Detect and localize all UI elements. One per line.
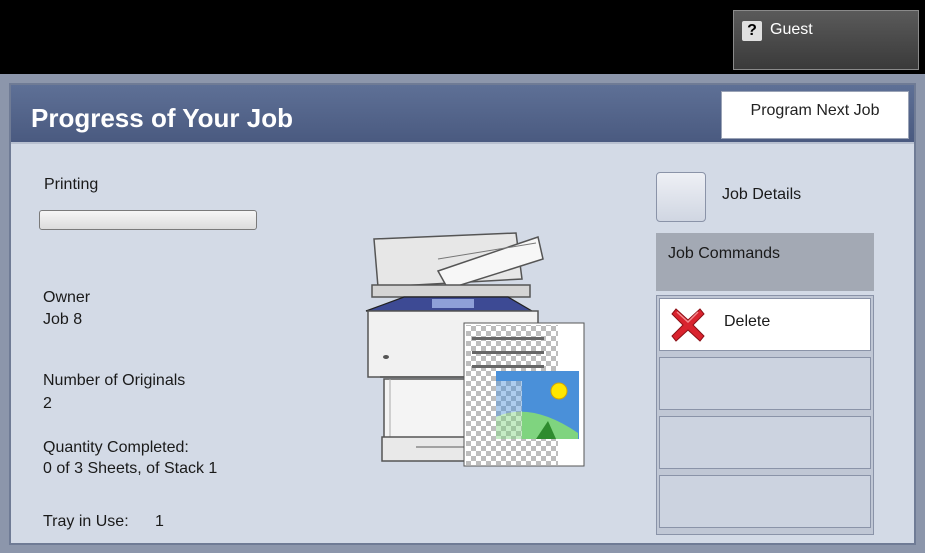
- job-commands-list: Delete: [656, 295, 874, 535]
- quantity-label: Quantity Completed:: [43, 439, 189, 456]
- job-command-slot-4[interactable]: [659, 475, 871, 528]
- job-details-button[interactable]: [656, 172, 706, 222]
- title-bar: Progress of Your Job Program Next Job: [11, 85, 914, 144]
- originals-value: 2: [43, 395, 52, 412]
- owner-value: Job 8: [43, 311, 83, 328]
- page-title: Progress of Your Job: [31, 103, 293, 133]
- tray-value: 1: [155, 513, 164, 530]
- progress-bar: [39, 210, 257, 230]
- help-question-icon: ?: [742, 21, 762, 41]
- top-bar: ? Guest: [0, 0, 925, 74]
- delete-button[interactable]: Delete: [659, 298, 871, 351]
- job-command-slot-3[interactable]: [659, 416, 871, 469]
- originals-label: Number of Originals: [43, 372, 186, 389]
- job-command-slot-2[interactable]: [659, 357, 871, 410]
- main-frame: Progress of Your Job Program Next Job Pr…: [0, 74, 925, 553]
- printer-illustration: [365, 232, 585, 467]
- job-commands-label: Job Commands: [668, 245, 781, 262]
- program-next-job-button[interactable]: Program Next Job: [721, 91, 909, 139]
- status-label: Printing: [44, 176, 99, 193]
- tray-label: Tray in Use:: [43, 513, 129, 530]
- delete-x-icon: [671, 308, 705, 342]
- owner-label: Owner: [43, 289, 91, 306]
- job-details-label: Job Details: [722, 186, 802, 203]
- quantity-value: 0 of 3 Sheets, of Stack 1: [43, 460, 218, 477]
- job-commands-header: Job Commands: [656, 233, 874, 291]
- job-progress-panel: Progress of Your Job Program Next Job Pr…: [9, 83, 916, 545]
- delete-label: Delete: [724, 313, 771, 330]
- guest-label: Guest: [770, 21, 813, 38]
- guest-button[interactable]: ? Guest: [733, 10, 919, 70]
